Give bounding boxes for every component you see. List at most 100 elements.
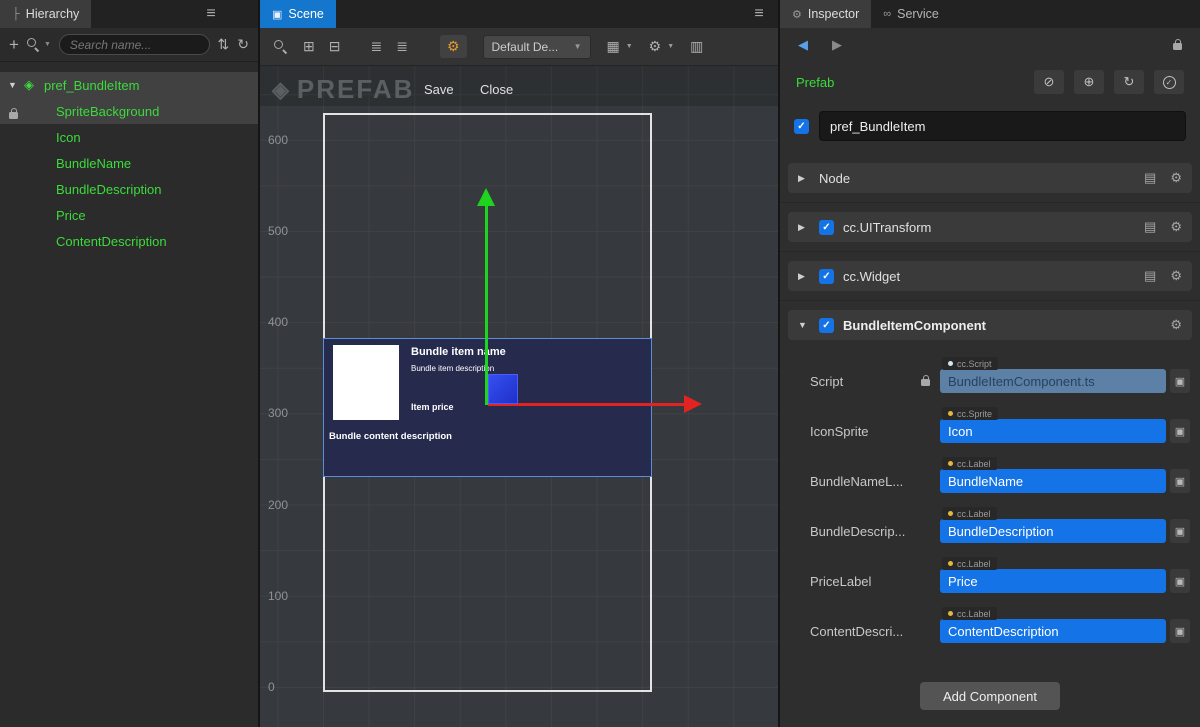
caret-down-icon[interactable]: ▼	[8, 80, 24, 90]
asset-picker-icon[interactable]: ▣	[1170, 469, 1190, 493]
scene-toolbar: ⊞ ⊟ ≣ ≣ ⚙ Default De... ▼ ▦ ▼ ⚙ ▼ ▥	[260, 28, 778, 66]
scene-gear-icon[interactable]: ⚙	[649, 38, 662, 55]
node-active-checkbox[interactable]: ✓	[794, 119, 809, 134]
insert-node-after-icon[interactable]: ⊟	[329, 38, 341, 55]
doc-icon[interactable]: ▤	[1144, 170, 1156, 186]
prefab-apply-icon[interactable]: ✓	[1154, 70, 1184, 94]
node-name-row: ✓	[780, 102, 1200, 150]
type-dot-icon	[948, 511, 953, 516]
inspector-tabbar: ⚙ Inspector ∞ Service	[780, 0, 1200, 28]
save-button[interactable]: Save	[416, 78, 462, 101]
prefab-watermark-label: PREFAB	[297, 74, 414, 105]
asset-picker-icon[interactable]: ▣	[1170, 569, 1190, 593]
hierarchy-menu-icon[interactable]: ≡	[192, 0, 230, 28]
lock-icon[interactable]	[9, 107, 18, 122]
caret-down-icon[interactable]: ▼	[798, 320, 810, 330]
hierarchy-search-input[interactable]	[59, 34, 210, 55]
hierarchy-item-pref-bundleitem[interactable]: ▼ ◈ pref_BundleItem	[0, 72, 258, 98]
tab-service[interactable]: ∞ Service	[871, 0, 951, 28]
grid-view-icon[interactable]: ▥	[690, 38, 703, 55]
inspector-lock-icon[interactable]	[1173, 38, 1182, 53]
doc-icon[interactable]: ▤	[1144, 219, 1156, 235]
gear-icon[interactable]: ⚙	[1170, 317, 1182, 333]
zoom-tool-icon[interactable]	[274, 40, 287, 53]
prefab-unlink-icon[interactable]: ⊘	[1034, 70, 1064, 94]
gear-icon[interactable]: ⚙	[1170, 268, 1182, 284]
section-node-header[interactable]: ▶ Node ▤ ⚙	[788, 163, 1192, 193]
hierarchy-item-bundlename[interactable]: BundleName	[0, 150, 258, 176]
caret-right-icon[interactable]: ▶	[798, 222, 810, 233]
node-name-input[interactable]	[819, 111, 1186, 141]
prop-bundledescription-value[interactable]: BundleDescription	[940, 519, 1166, 543]
search-filter-icon[interactable]	[27, 38, 40, 51]
nav-forward-icon[interactable]: ▶	[832, 37, 842, 53]
prop-pricelabel: PriceLabel cc.Label Price ▣	[780, 556, 1200, 606]
align-bottom-icon[interactable]: ≣	[396, 38, 408, 55]
type-badge: cc.Label	[942, 607, 997, 620]
gear-icon[interactable]: ⚙	[1170, 219, 1182, 235]
gizmo-settings-icon[interactable]: ⚙	[440, 35, 467, 58]
add-component-button[interactable]: Add Component	[920, 682, 1060, 710]
refresh-icon[interactable]: ↻	[237, 36, 249, 53]
section-uitransform-header[interactable]: ▶ ✓ cc.UITransform ▤ ⚙	[788, 212, 1192, 242]
ruler-label: 600	[268, 133, 288, 147]
prop-label: BundleNameL...	[810, 474, 940, 489]
hierarchy-item-contentdescription[interactable]: ContentDescription	[0, 228, 258, 254]
gear-caret-icon[interactable]: ▼	[667, 43, 674, 50]
close-button[interactable]: Close	[472, 78, 521, 101]
search-filter-caret-icon[interactable]: ▼	[44, 41, 51, 48]
component-enabled-checkbox[interactable]: ✓	[819, 269, 834, 284]
prefab-reset-icon[interactable]: ↻	[1114, 70, 1144, 94]
hierarchy-item-icon[interactable]: Icon	[0, 124, 258, 150]
prefab-badge: Prefab	[796, 75, 834, 90]
add-node-button[interactable]: +	[9, 35, 19, 55]
service-link-icon: ∞	[883, 8, 891, 20]
hierarchy-item-label: Icon	[56, 130, 81, 145]
camera-select-dropdown[interactable]: Default De... ▼	[483, 35, 591, 59]
prop-bundlename-value[interactable]: BundleName	[940, 469, 1166, 493]
doc-icon[interactable]: ▤	[1144, 268, 1156, 284]
scene-menu-icon[interactable]: ≡	[740, 0, 778, 28]
collapse-all-icon[interactable]: ⇅	[218, 36, 230, 53]
caret-right-icon[interactable]: ▶	[798, 173, 810, 184]
component-enabled-checkbox[interactable]: ✓	[819, 220, 834, 235]
tab-inspector[interactable]: ⚙ Inspector	[780, 0, 871, 28]
section-bundleitemcomponent-header[interactable]: ▼ ✓ BundleItemComponent ⚙	[788, 310, 1192, 340]
nav-back-icon[interactable]: ◀	[798, 37, 808, 53]
type-dot-icon	[948, 411, 953, 416]
hierarchy-item-price[interactable]: Price	[0, 202, 258, 228]
prop-contentdescription-value[interactable]: ContentDescription	[940, 619, 1166, 643]
gizmo-x-axis-arrowhead[interactable]	[684, 395, 702, 413]
hierarchy-item-spritebackground[interactable]: SpriteBackground	[0, 98, 258, 124]
prop-iconsprite-value[interactable]: Icon	[940, 419, 1166, 443]
gizmo-y-axis-arrowhead[interactable]	[477, 188, 495, 206]
prop-pricelabel-value[interactable]: Price	[940, 569, 1166, 593]
ruler-label: 200	[268, 498, 288, 512]
tab-hierarchy[interactable]: ├ Hierarchy	[0, 0, 91, 28]
section-widget-header[interactable]: ▶ ✓ cc.Widget ▤ ⚙	[788, 261, 1192, 291]
asset-picker-icon[interactable]: ▣	[1170, 519, 1190, 543]
asset-picker-icon[interactable]: ▣	[1170, 419, 1190, 443]
tab-scene[interactable]: ▣ Scene	[260, 0, 336, 28]
prefab-locate-icon[interactable]: ⊕	[1074, 70, 1104, 94]
layers-caret-icon[interactable]: ▼	[626, 43, 633, 50]
preview-icon-sprite	[333, 345, 399, 420]
hierarchy-item-bundledescription[interactable]: BundleDescription	[0, 176, 258, 202]
type-badge: cc.Sprite	[942, 407, 998, 420]
hierarchy-tree: ▼ ◈ pref_BundleItem SpriteBackground Ico…	[0, 62, 258, 254]
align-top-icon[interactable]: ≣	[370, 38, 382, 55]
component-enabled-checkbox[interactable]: ✓	[819, 318, 834, 333]
asset-picker-icon[interactable]: ▣	[1170, 369, 1190, 393]
type-badge: cc.Label	[942, 557, 997, 570]
preview-content-description: Bundle content description	[329, 431, 452, 442]
insert-node-before-icon[interactable]: ⊞	[303, 38, 315, 55]
gear-icon[interactable]: ⚙	[1170, 170, 1182, 186]
asset-picker-icon[interactable]: ▣	[1170, 619, 1190, 643]
tabbar-spacer	[336, 0, 740, 28]
prefab-header-row: Prefab ⊘ ⊕ ↻ ✓	[780, 62, 1200, 102]
layers-icon[interactable]: ▦	[607, 38, 620, 55]
scene-canvas[interactable]: ◈ PREFAB Save Close 600 500 400 300 200 …	[260, 66, 778, 727]
gizmo-origin-cube[interactable]	[488, 374, 518, 404]
gear-icon: ⚙	[792, 8, 802, 21]
caret-right-icon[interactable]: ▶	[798, 271, 810, 282]
